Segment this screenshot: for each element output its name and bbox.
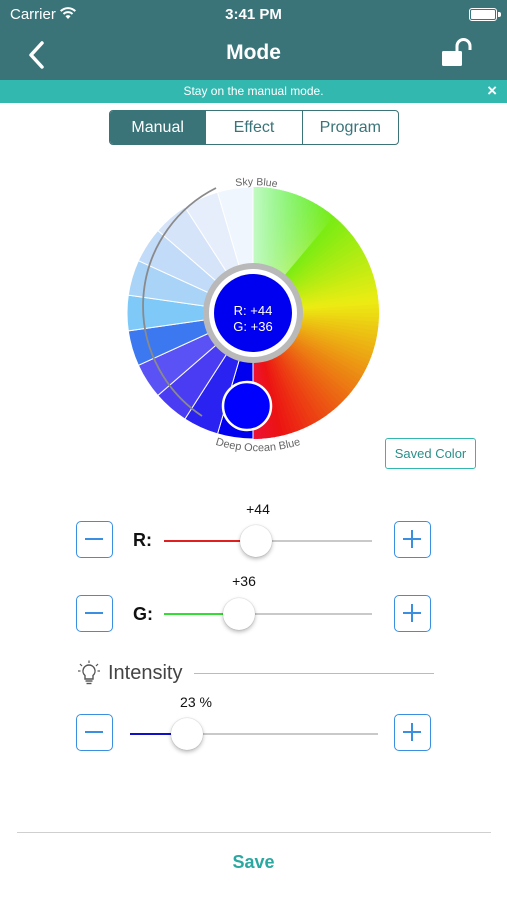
intensity-slider-track[interactable]: [130, 733, 378, 735]
center-g-value: G: +36: [233, 319, 272, 334]
r-slider-label: R:: [133, 530, 152, 550]
minus-icon: [85, 538, 103, 540]
tab-manual[interactable]: Manual: [110, 111, 206, 144]
intensity-label: Intensity: [108, 662, 183, 684]
battery-icon: [469, 8, 501, 21]
g-slider-track[interactable]: [164, 613, 372, 615]
r-value-label: +44: [246, 501, 270, 517]
intensity-increase-button[interactable]: [394, 714, 431, 751]
intensity-divider: [194, 673, 434, 674]
intensity-header: Intensity: [78, 660, 434, 686]
footer-divider: [17, 832, 491, 833]
r-decrease-button[interactable]: [76, 521, 113, 558]
mode-tabs: Manual Effect Program: [109, 110, 399, 145]
unlocked-padlock-icon[interactable]: [439, 38, 479, 68]
g-value-label: +36: [232, 573, 256, 589]
intensity-value-label: 23 %: [180, 694, 212, 710]
center-r-value: R: +44: [234, 303, 273, 318]
banner-close-icon[interactable]: ×: [487, 81, 497, 101]
color-wheel[interactable]: Sky Blue Deep Ocean Blue R: +44 G: +36: [108, 168, 398, 458]
tab-effect[interactable]: Effect: [205, 111, 301, 144]
save-button[interactable]: Save: [0, 852, 507, 873]
g-slider-thumb[interactable]: [222, 598, 255, 630]
tab-program[interactable]: Program: [301, 111, 398, 144]
minus-icon: [85, 612, 103, 614]
g-decrease-button[interactable]: [76, 595, 113, 632]
info-banner: Stay on the manual mode. ×: [0, 80, 507, 103]
g-slider-label: G:: [133, 604, 153, 624]
lightbulb-icon: [78, 660, 100, 685]
r-slider-thumb[interactable]: [239, 525, 272, 557]
nav-bar: Mode: [0, 30, 507, 80]
intensity-decrease-button[interactable]: [76, 714, 113, 751]
saved-color-button[interactable]: Saved Color: [385, 438, 476, 469]
color-selector-handle[interactable]: [221, 380, 273, 432]
g-increase-button[interactable]: [394, 595, 431, 632]
status-time: 3:41 PM: [225, 6, 282, 23]
intensity-slider-thumb[interactable]: [171, 718, 204, 750]
page-title: Mode: [226, 41, 281, 64]
r-increase-button[interactable]: [394, 521, 431, 558]
status-bar: Carrier 3:41 PM: [0, 0, 507, 30]
minus-icon: [85, 731, 103, 733]
banner-text: Stay on the manual mode.: [183, 84, 324, 98]
